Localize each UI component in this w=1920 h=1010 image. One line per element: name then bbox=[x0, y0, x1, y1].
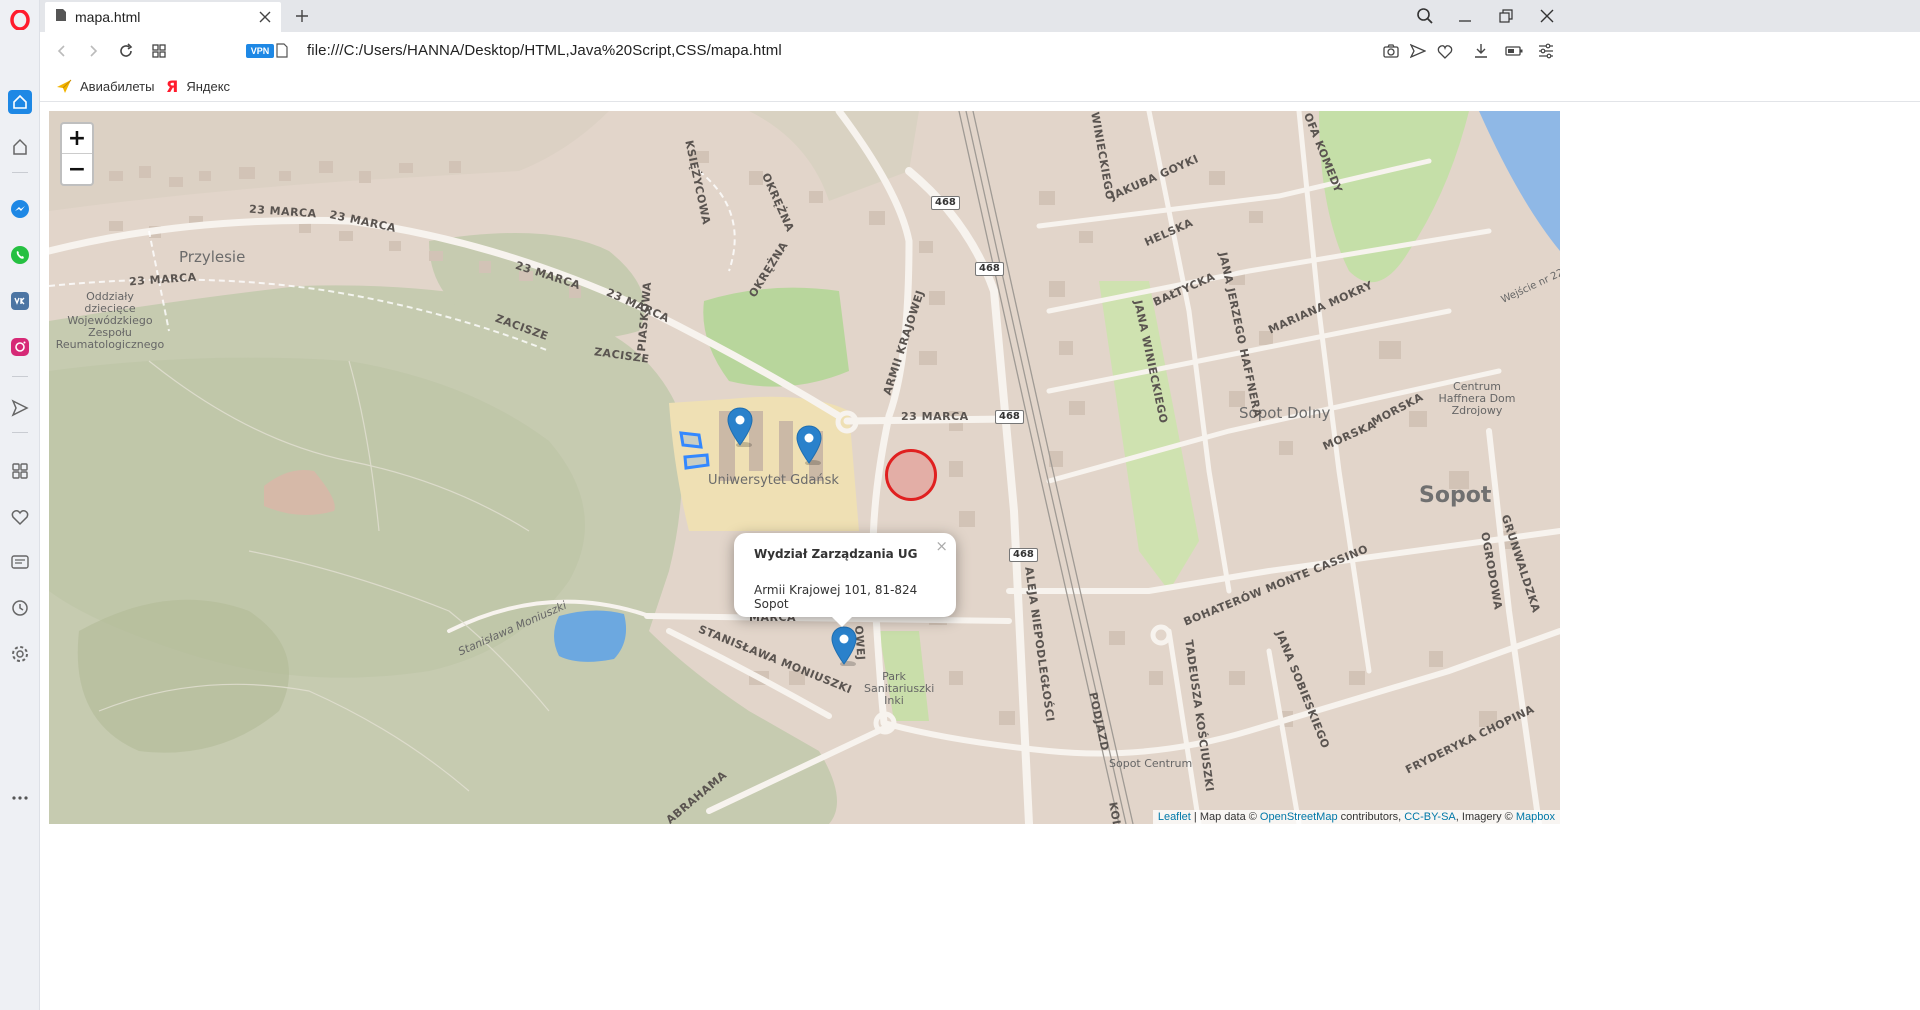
page-file-icon[interactable] bbox=[276, 43, 288, 63]
forward-button[interactable] bbox=[81, 39, 105, 63]
popup-title: Wydział Zarządzania UG bbox=[754, 547, 918, 561]
tab-title: mapa.html bbox=[75, 9, 141, 25]
attribution-text: | Map data © bbox=[1190, 811, 1260, 823]
popup-tip bbox=[830, 615, 854, 627]
bookmark-label: Яндекс bbox=[186, 78, 231, 94]
place-label: Przylesie bbox=[179, 248, 246, 266]
opera-logo[interactable] bbox=[8, 8, 32, 32]
vk-icon[interactable] bbox=[8, 289, 32, 313]
sidebar-divider bbox=[12, 432, 28, 433]
map-marker-icon[interactable] bbox=[727, 407, 753, 447]
osm-link[interactable]: OpenStreetMap bbox=[1260, 811, 1338, 823]
back-button[interactable] bbox=[50, 39, 74, 63]
restore-button[interactable] bbox=[1492, 4, 1520, 28]
settings-icon[interactable] bbox=[8, 642, 32, 666]
share-icon[interactable] bbox=[1408, 41, 1428, 61]
map-tiles bbox=[49, 111, 1560, 824]
opera-sidebar bbox=[0, 0, 40, 1010]
route-shield: 468 bbox=[931, 196, 960, 210]
cc-by-sa-link[interactable]: CC-BY-SA bbox=[1404, 811, 1456, 823]
poi-label: Centrum Haffnera Dom Zdrojowy bbox=[1438, 380, 1516, 417]
bookmarks-bar: Авиабилеты Я Яндекс bbox=[40, 70, 1920, 102]
reload-button[interactable] bbox=[114, 39, 138, 63]
home-icon[interactable] bbox=[8, 90, 32, 114]
leaflet-map[interactable]: Przylesie Sopot Dolny Sopot Uniwersytet … bbox=[49, 111, 1560, 824]
city-label: Sopot bbox=[1419, 483, 1492, 508]
popup-address: Armii Krajowej 101, 81-824 Sopot bbox=[754, 583, 918, 611]
tab-bar: mapa.html bbox=[40, 0, 1920, 32]
map-circle-overlay[interactable] bbox=[885, 449, 937, 501]
poi-label: Uniwersytet Gdańsk bbox=[708, 473, 839, 488]
speed-dial-icon[interactable] bbox=[8, 459, 32, 483]
map-popup: Wydział Zarządzania UG Armii Krajowej 10… bbox=[734, 533, 956, 617]
camera-icon[interactable] bbox=[1381, 41, 1401, 61]
url-field[interactable]: file:///C:/Users/HANNA/Desktop/HTML,Java… bbox=[307, 42, 782, 59]
whatsapp-icon[interactable] bbox=[8, 243, 32, 267]
attribution-text: , Imagery © bbox=[1455, 811, 1516, 823]
tab-mapa[interactable]: mapa.html bbox=[45, 2, 281, 32]
zoom-out-button[interactable]: − bbox=[62, 154, 92, 184]
mapbox-link[interactable]: Mapbox bbox=[1516, 811, 1555, 823]
close-window-button[interactable] bbox=[1533, 4, 1561, 28]
messenger-icon[interactable] bbox=[8, 197, 32, 221]
map-marker-icon[interactable] bbox=[831, 626, 857, 666]
zoom-in-button[interactable]: + bbox=[62, 124, 92, 154]
airplane-icon bbox=[56, 78, 72, 94]
route-shield: 468 bbox=[1009, 548, 1038, 562]
map-marker-icon[interactable] bbox=[796, 425, 822, 465]
address-bar: VPN file:///C:/Users/HANNA/Desktop/HTML,… bbox=[40, 32, 1920, 70]
close-icon[interactable]: × bbox=[935, 537, 948, 555]
vpn-badge[interactable]: VPN bbox=[246, 44, 274, 58]
new-tab-button[interactable] bbox=[290, 4, 314, 28]
bookmark-label: Авиабилеты bbox=[80, 78, 155, 94]
search-tabs-icon[interactable] bbox=[1411, 4, 1439, 28]
zoom-control: + − bbox=[60, 122, 94, 186]
yandex-icon: Я bbox=[166, 76, 179, 96]
sidebar-divider bbox=[12, 376, 28, 377]
file-icon bbox=[55, 8, 67, 27]
bookmark-yandex[interactable]: Я Яндекс bbox=[166, 76, 230, 96]
download-icon[interactable] bbox=[1471, 41, 1491, 61]
instagram-icon[interactable] bbox=[8, 335, 32, 359]
heart-icon[interactable] bbox=[1435, 41, 1455, 61]
bookmark-aviabilety[interactable]: Авиабилеты bbox=[56, 76, 154, 96]
poi-label: Park Sanitariuszki Inki bbox=[864, 670, 935, 707]
heart-icon[interactable] bbox=[8, 505, 32, 529]
send-icon[interactable] bbox=[8, 396, 32, 420]
leaflet-link[interactable]: Leaflet bbox=[1158, 811, 1191, 823]
poi-label: Sopot Centrum bbox=[1109, 757, 1193, 770]
news-icon[interactable] bbox=[8, 550, 32, 574]
route-shield: 468 bbox=[995, 410, 1024, 424]
bookmarks-icon[interactable] bbox=[8, 135, 32, 159]
street-label: 23 MARCA bbox=[901, 410, 969, 423]
map-attribution: Leaflet | Map data © OpenStreetMap contr… bbox=[1152, 810, 1560, 824]
poi-label: Oddziały dziecięce Wojewódzkiego Zespołu… bbox=[55, 290, 165, 351]
close-tab-icon[interactable] bbox=[255, 7, 275, 27]
attribution-text: contributors, bbox=[1337, 811, 1405, 823]
history-icon[interactable] bbox=[8, 596, 32, 620]
easy-setup-icon[interactable] bbox=[1536, 41, 1556, 61]
more-icon[interactable] bbox=[8, 786, 32, 810]
sidebar-divider bbox=[12, 172, 28, 173]
minimize-button[interactable] bbox=[1451, 4, 1479, 28]
battery-icon[interactable] bbox=[1504, 41, 1524, 61]
speed-dial-button[interactable] bbox=[147, 39, 171, 63]
route-shield: 468 bbox=[975, 262, 1004, 276]
